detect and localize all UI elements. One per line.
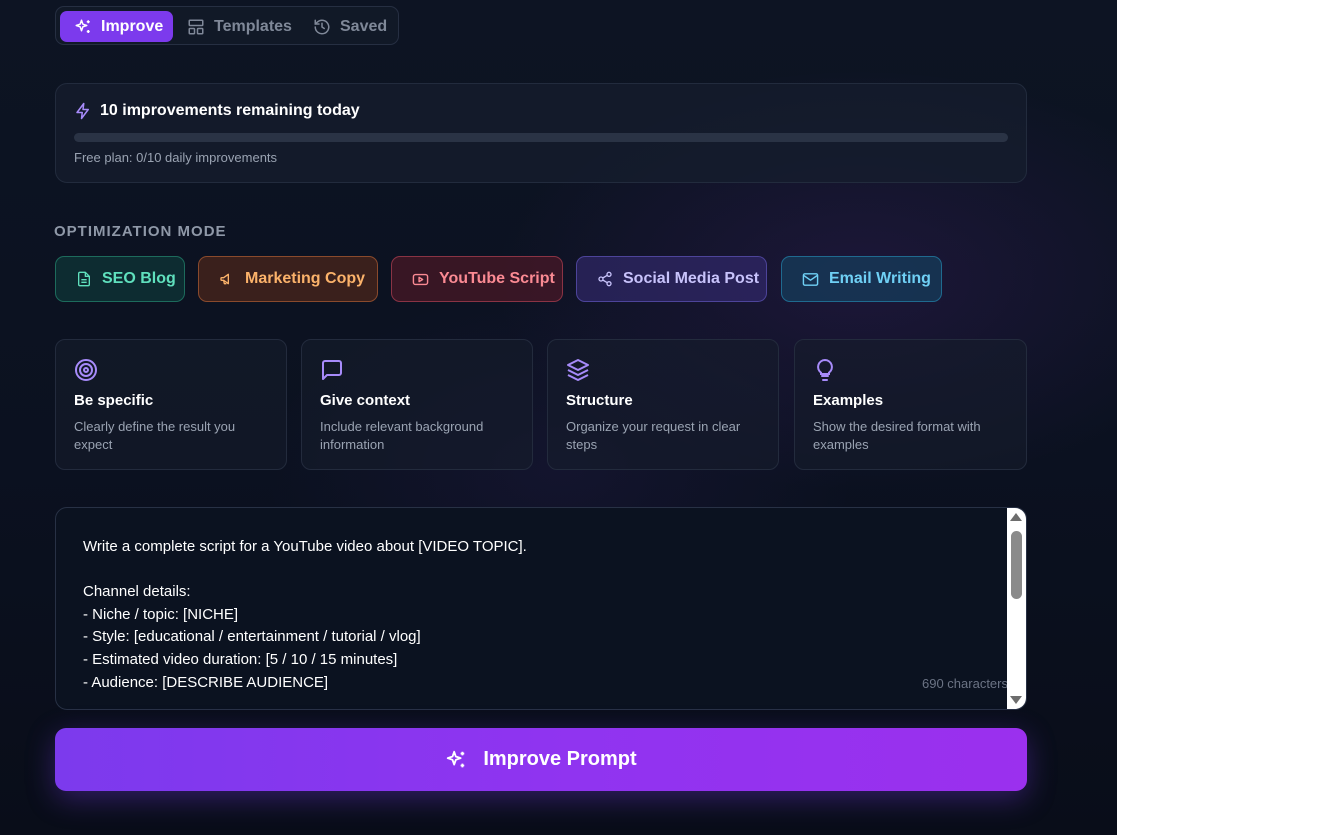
tab-saved-label: Saved <box>340 17 388 35</box>
mode-seo-blog-button[interactable]: SEO Blog <box>55 256 185 302</box>
improve-prompt-label: Improve Prompt <box>483 748 637 770</box>
tip-card-structure: Structure Organize your request in clear… <box>547 339 779 470</box>
tip-title: Examples <box>813 392 884 409</box>
character-count: 690 characters <box>922 676 1008 691</box>
mode-email-writing-label: Email Writing <box>829 270 931 287</box>
mode-seo-blog-label: SEO Blog <box>102 270 176 287</box>
tip-title: Be specific <box>74 392 154 409</box>
file-text-icon <box>78 271 90 287</box>
message-square-icon <box>322 360 342 380</box>
mode-marketing-copy-label: Marketing Copy <box>245 270 366 287</box>
mode-email-writing-button[interactable]: Email Writing <box>781 256 942 302</box>
usage-title-text: 10 improvements remaining today <box>100 102 360 119</box>
usage-subtitle: Free plan: 0/10 daily improvements <box>74 150 278 165</box>
mode-social-media-post-label: Social Media Post <box>623 270 760 287</box>
tip-title: Structure <box>566 392 633 409</box>
optimization-mode-label: OPTIMIZATION MODE <box>54 223 227 240</box>
megaphone-icon <box>220 273 229 285</box>
youtube-icon <box>412 273 429 285</box>
tip-title: Give context <box>320 392 411 409</box>
tab-templates[interactable]: Templates <box>187 11 305 42</box>
tab-improve[interactable]: Improve <box>60 11 173 42</box>
mode-social-media-post-button[interactable]: Social Media Post <box>576 256 767 302</box>
tab-templates-label: Templates <box>214 17 292 35</box>
prompt-text[interactable]: Write a complete script for a YouTube vi… <box>83 536 983 694</box>
mail-icon <box>802 272 819 286</box>
mode-youtube-script-button[interactable]: YouTube Script <box>391 256 563 302</box>
lightbulb-icon <box>817 358 833 381</box>
textarea-scrollbar[interactable] <box>1007 508 1026 709</box>
tab-saved[interactable]: Saved <box>313 11 397 42</box>
tip-description: Show the desired format with examples <box>813 419 981 452</box>
prompt-textarea[interactable]: Write a complete script for a YouTube vi… <box>55 507 1027 710</box>
mode-marketing-copy-button[interactable]: Marketing Copy <box>198 256 378 302</box>
layers-icon <box>567 359 589 381</box>
tip-card-examples: Examples Show the desired format with ex… <box>794 339 1027 470</box>
zap-icon <box>76 102 89 120</box>
tip-card-be-specific: Be specific Clearly define the result yo… <box>55 339 287 470</box>
improve-prompt-button[interactable]: Improve Prompt <box>55 728 1027 791</box>
usage-progress-bar <box>74 133 1008 142</box>
usage-card: 10 improvements remaining today Free pla… <box>55 83 1027 183</box>
target-icon <box>75 359 97 381</box>
history-icon <box>314 19 330 34</box>
scrollbar-thumb[interactable] <box>1011 531 1022 599</box>
tip-description: Clearly define the result you expect <box>74 419 236 452</box>
tip-description: Organize your request in clear steps <box>566 419 741 452</box>
usage-title: 10 improvements remaining today <box>74 102 360 120</box>
sparkles-icon <box>75 19 90 33</box>
tab-improve-label: Improve <box>101 17 164 35</box>
scroll-down-arrow-icon[interactable] <box>1010 696 1022 704</box>
scroll-up-arrow-icon[interactable] <box>1010 513 1022 521</box>
share-icon <box>598 271 612 287</box>
sparkles-icon <box>447 750 465 767</box>
layout-icon <box>188 19 204 34</box>
tip-card-give-context: Give context Include relevant background… <box>301 339 533 470</box>
app-window: Improve Templates Saved 10 improvements … <box>0 0 1117 835</box>
mode-tabs: Improve Templates Saved <box>55 6 399 45</box>
mode-youtube-script-label: YouTube Script <box>439 270 555 287</box>
tip-description: Include relevant background information <box>320 419 484 452</box>
